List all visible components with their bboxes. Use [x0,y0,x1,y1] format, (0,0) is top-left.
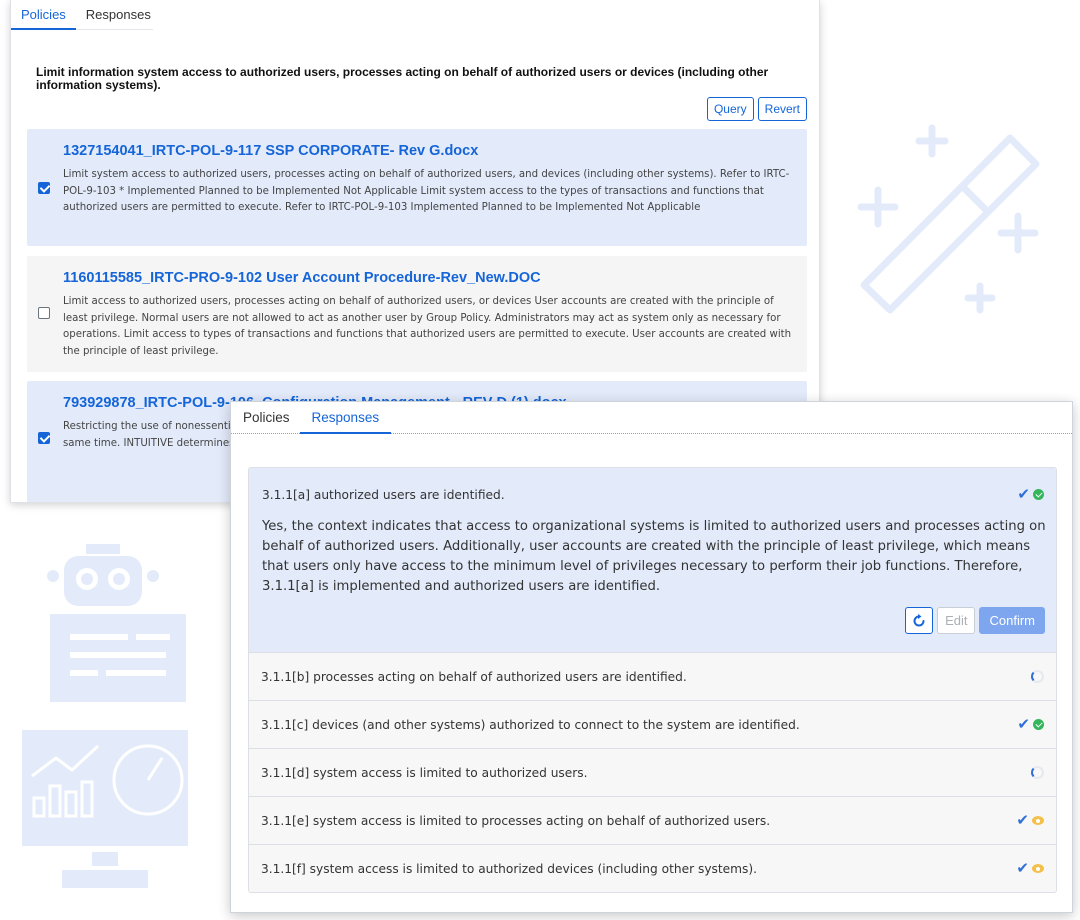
monitor-illustration [20,728,200,893]
regenerate-button[interactable] [905,607,934,634]
response-actions: Edit Confirm [905,607,1045,634]
status-review: ✔ [1016,861,1044,876]
response-list: 3.1.1[a] authorized users are identified… [248,467,1057,893]
response-answer: Yes, the context indicates that access t… [262,519,1046,594]
loading-spinner-icon [1031,766,1044,779]
requirement-text: Limit information system access to autho… [36,65,769,92]
policy-document-card[interactable]: 1160115585_IRTC-PRO-9-102 User Account P… [27,256,807,372]
document-excerpt: Limit access to authorized users, proces… [63,296,792,357]
eye-icon [1032,864,1044,873]
response-label[interactable]: 3.1.1[e] system access is limited to pro… [261,814,1016,828]
policies-panel-tabs: Policies Responses [11,0,153,30]
response-item-3-1-1-a[interactable]: 3.1.1[a] authorized users are identified… [249,468,1056,652]
status-confirmed: ✔ [1017,487,1044,502]
dashboard-monitor-icon [22,730,188,888]
magic-wand-icon [857,124,1040,314]
checkmark-icon: ✔ [1016,860,1029,877]
document-title[interactable]: 1327154041_IRTC-POL-9-117 SSP CORPORATE-… [63,143,793,159]
policy-actions: Query Revert [706,97,807,121]
checkmark-icon: ✔ [1017,716,1030,733]
tab-responses[interactable]: Responses [299,402,392,434]
magic-wand-illustration [850,120,1050,320]
document-checkbox[interactable] [38,307,50,319]
refresh-icon [913,613,925,626]
document-title[interactable]: 1160115585_IRTC-PRO-9-102 User Account P… [63,270,793,286]
eye-icon [1032,816,1044,825]
response-label[interactable]: 3.1.1[a] authorized users are identified… [262,488,505,502]
response-item-3-1-1-f[interactable]: 3.1.1[f] system access is limited to aut… [249,844,1056,892]
status-loading [1031,670,1044,683]
document-excerpt: Limit system access to authorized users,… [63,169,790,213]
status-confirmed: ✔ [1017,717,1044,732]
loading-spinner-icon [1031,670,1044,683]
status-loading [1031,766,1044,779]
checkmark-icon: ✔ [1017,486,1030,503]
response-item-3-1-1-c[interactable]: 3.1.1[c] devices (and other systems) aut… [249,700,1056,748]
response-label[interactable]: 3.1.1[b] processes acting on behalf of a… [261,670,1031,684]
approved-icon [1033,719,1044,730]
revert-button[interactable]: Revert [757,97,807,121]
response-item-3-1-1-b[interactable]: 3.1.1[b] processes acting on behalf of a… [249,652,1056,700]
query-button[interactable]: Query [706,97,754,121]
tab-policies[interactable]: Policies [233,402,300,434]
response-item-3-1-1-e[interactable]: 3.1.1[e] system access is limited to pro… [249,796,1056,844]
tab-policies[interactable]: Policies [11,0,76,30]
tab-responses[interactable]: Responses [76,0,161,30]
response-label[interactable]: 3.1.1[d] system access is limited to aut… [261,766,1031,780]
response-label[interactable]: 3.1.1[c] devices (and other systems) aut… [261,718,1017,732]
robot-icon [47,544,186,702]
responses-panel-tabs: Policies Responses [231,402,1072,434]
checkmark-icon: ✔ [1016,812,1029,829]
policy-document-card[interactable]: 1327154041_IRTC-POL-9-117 SSP CORPORATE-… [27,129,807,246]
document-checkbox[interactable] [38,182,50,194]
robot-illustration [20,540,200,710]
document-checkbox[interactable] [38,432,50,444]
response-item-3-1-1-d[interactable]: 3.1.1[d] system access is limited to aut… [249,748,1056,796]
status-review: ✔ [1016,813,1044,828]
edit-button[interactable]: Edit [937,607,976,634]
approved-icon [1033,489,1044,500]
confirm-button[interactable]: Confirm [979,607,1045,634]
responses-panel: Policies Responses 3.1.1[a] authorized u… [230,401,1073,913]
response-label[interactable]: 3.1.1[f] system access is limited to aut… [261,862,1016,876]
